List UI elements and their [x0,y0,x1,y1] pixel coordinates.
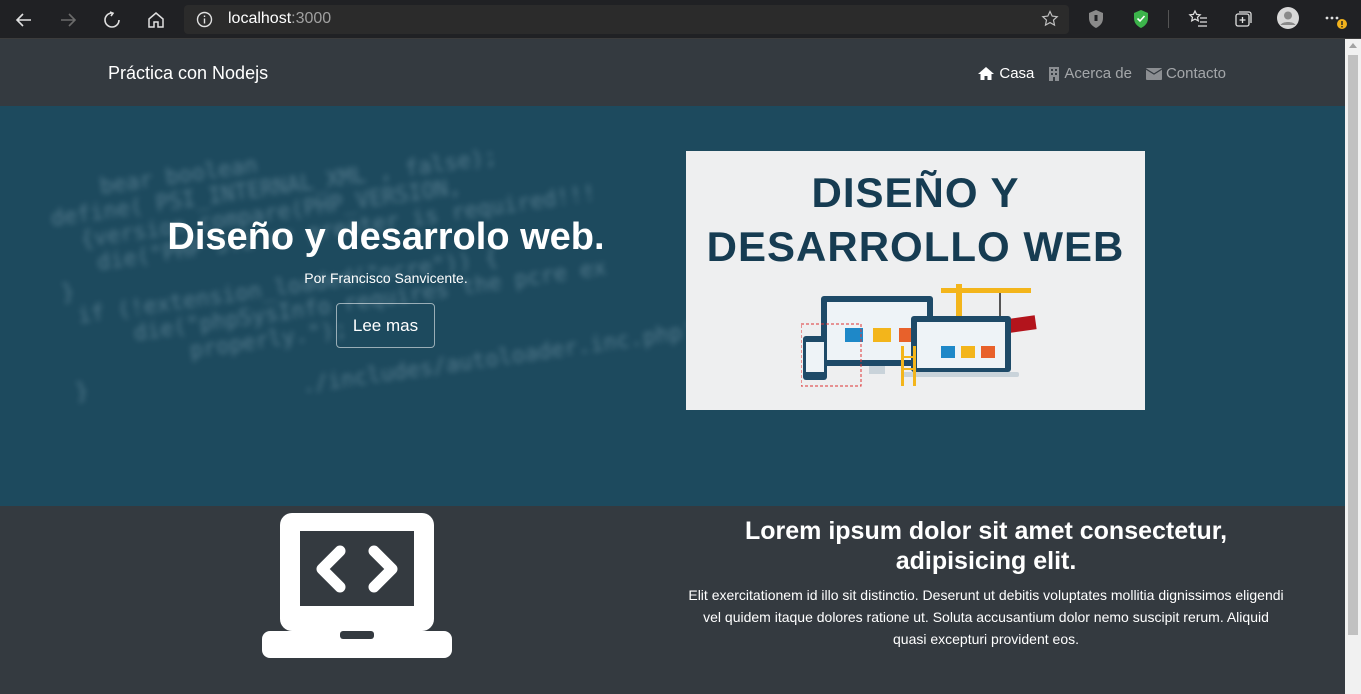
collections-icon[interactable] [1233,9,1253,34]
nav-link-label: Casa [999,65,1035,82]
shield-extension-icon[interactable] [1087,9,1105,34]
home-outline-icon [148,12,164,28]
reload-button[interactable] [98,6,126,34]
url-text: localhost:3000 [228,10,332,27]
address-bar[interactable]: localhost:3000 [184,5,1069,34]
adblock-shield-icon[interactable] [1132,9,1150,34]
hero-subtitle: Por Francisco Sanvicente. [304,270,468,286]
nav-link-label: Contacto [1165,65,1226,82]
back-arrow-icon [15,13,31,27]
home-button[interactable] [142,6,170,34]
hero-image-title-line2: DESARROLLO WEB [706,223,1125,270]
hero-section: bear boolean define( PSI_INTERNAL_XML , … [0,106,1345,506]
forward-arrow-icon [61,13,77,27]
page-scrollbar[interactable] [1345,39,1361,694]
nav-links: Casa Acerca de Contacto [977,65,1226,82]
site-navbar: Práctica con Nodejs Casa Acerca de Conta… [0,39,1345,106]
favorite-star-icon[interactable] [1041,10,1059,33]
more-menu-icon[interactable] [1323,10,1347,37]
nav-link-label: Acerca de [1064,65,1132,82]
hero-image: DISEÑO Y DESARROLLO WEB [686,151,1145,410]
laptop-code-icon [262,513,452,658]
browser-toolbar: localhost:3000 [0,0,1361,39]
nav-link-acerca-de[interactable]: Acerca de [1048,65,1132,82]
navbar-brand[interactable]: Práctica con Nodejs [108,63,268,84]
web-design-illustration [801,284,1037,387]
nav-link-contacto[interactable]: Contacto [1145,65,1226,82]
home-icon [978,67,995,80]
nav-link-casa[interactable]: Casa [977,65,1034,82]
profile-avatar[interactable] [1277,7,1299,34]
feature-text: Elit exercitationem id illo sit distinct… [688,587,1284,647]
info-icon[interactable] [196,11,213,33]
toolbar-divider [1168,10,1169,28]
scroll-up-arrow-icon[interactable] [1349,43,1357,48]
envelope-icon [1145,67,1162,80]
reload-icon [104,11,120,28]
back-button[interactable] [10,6,38,34]
building-icon [1049,67,1060,81]
favorites-icon[interactable] [1188,9,1208,34]
forward-button[interactable] [54,6,82,34]
hero-title: Diseño y desarrolo web. [167,216,605,258]
scrollbar-thumb[interactable] [1348,55,1358,635]
page-viewport: Práctica con Nodejs Casa Acerca de Conta… [0,39,1345,694]
feature-title: Lorem ipsum dolor sit amet consectetur, … [744,517,1228,575]
read-more-button[interactable]: Lee mas [336,303,435,348]
hero-image-title-line1: DISEÑO Y [811,169,1020,216]
